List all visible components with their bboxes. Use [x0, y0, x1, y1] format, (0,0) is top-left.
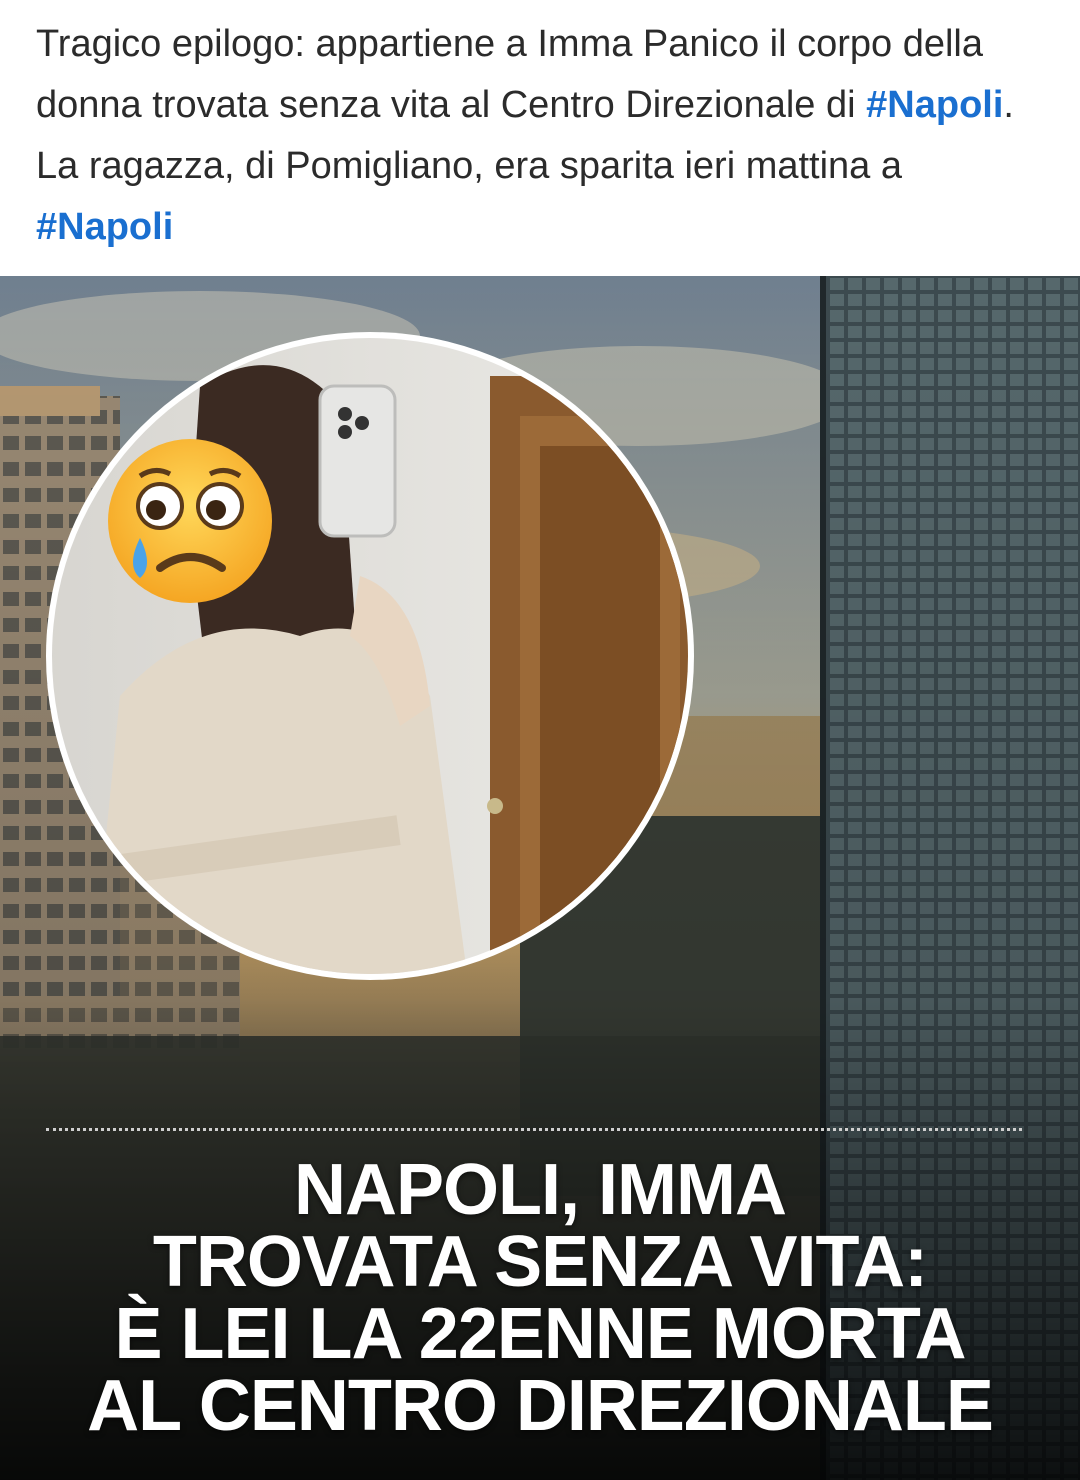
hashtag-link[interactable]: #Napoli: [36, 206, 173, 248]
hashtag-link[interactable]: #Napoli: [866, 84, 1003, 126]
headline-line: È LEI LA 22ENNE MORTA: [114, 1294, 966, 1374]
crying-face-icon: [108, 439, 272, 603]
headline: NAPOLI, IMMA TROVATA SENZA VITA: È LEI L…: [0, 1154, 1080, 1442]
headline-line: NAPOLI, IMMA: [294, 1150, 787, 1230]
post-text: Tragico epilogo: appartiene a Imma Panic…: [36, 14, 1046, 258]
headline-line: TROVATA SENZA VITA:: [152, 1222, 928, 1302]
post-image[interactable]: NAPOLI, IMMA TROVATA SENZA VITA: È LEI L…: [0, 276, 1080, 1480]
headline-line: AL CENTRO DIREZIONALE: [87, 1366, 994, 1446]
divider: [46, 1128, 1022, 1131]
post-text-part: Tragico epilogo: appartiene a Imma Panic…: [36, 23, 984, 126]
